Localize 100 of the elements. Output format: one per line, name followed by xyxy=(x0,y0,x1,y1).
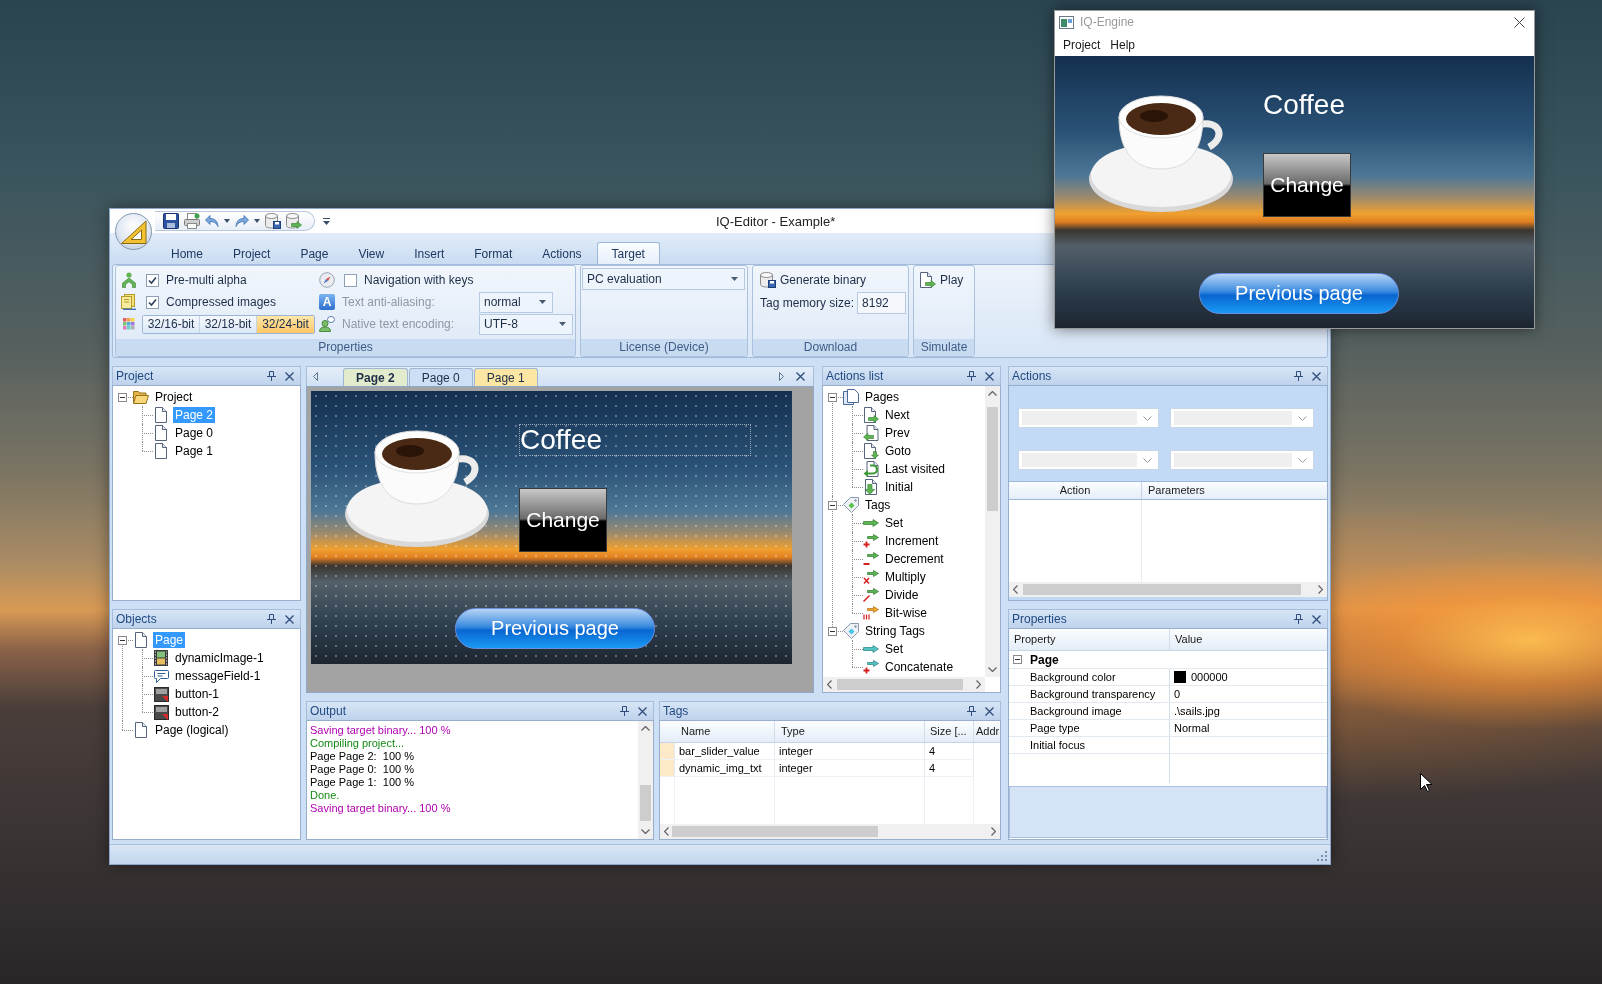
checkbox-label[interactable]: Navigation with keys xyxy=(364,273,474,287)
close-icon[interactable] xyxy=(285,614,294,624)
triangle-left-icon[interactable] xyxy=(313,372,318,381)
property-group[interactable]: Page xyxy=(1030,652,1059,667)
column-header[interactable]: Name xyxy=(675,721,775,742)
scroll-thumb[interactable] xyxy=(837,679,963,690)
scroll-thumb[interactable] xyxy=(672,826,878,837)
tree-item[interactable]: Goto xyxy=(883,443,913,459)
chevron-left-icon[interactable] xyxy=(1013,585,1018,594)
dropdown-field[interactable]: PC evaluation xyxy=(582,268,745,290)
scrollbar[interactable] xyxy=(985,386,1000,677)
column-header[interactable]: Action xyxy=(1009,482,1142,499)
tree-item[interactable]: Pages xyxy=(863,389,902,405)
tree-item[interactable]: button-2 xyxy=(173,704,222,720)
resize-grip-icon[interactable] xyxy=(1317,851,1327,861)
redo-icon[interactable] xyxy=(235,215,249,227)
tree-item[interactable]: Set xyxy=(883,515,905,531)
ribbon-tab[interactable]: Home xyxy=(156,242,218,264)
close-icon[interactable] xyxy=(1514,16,1525,28)
ribbon-tab[interactable]: Insert xyxy=(399,242,460,264)
tree-item[interactable]: Concatenate xyxy=(883,659,956,675)
chevron-left-icon[interactable] xyxy=(664,827,669,836)
property-name[interactable]: Background transparency xyxy=(1030,688,1156,700)
ribbon-tab[interactable]: Format xyxy=(459,242,528,264)
checkbox-label[interactable]: Pre-multi alpha xyxy=(166,273,247,287)
property-value[interactable]: 0 xyxy=(1174,688,1181,700)
collapse-icon[interactable] xyxy=(828,501,837,510)
pin-icon[interactable] xyxy=(267,614,276,624)
tree-item[interactable]: Project xyxy=(153,389,195,405)
checkbox[interactable] xyxy=(146,295,159,309)
caret-icon[interactable] xyxy=(224,219,230,223)
chevron-right-icon[interactable] xyxy=(976,680,981,689)
menu-item[interactable]: Help xyxy=(1105,35,1141,54)
tree-item[interactable]: Set xyxy=(883,641,905,657)
pin-icon[interactable] xyxy=(1294,614,1303,624)
bit-depth-option[interactable]: 32/24-bit xyxy=(257,315,314,333)
property-name[interactable]: Background image xyxy=(1030,705,1122,717)
column-header[interactable]: Value xyxy=(1170,629,1327,650)
ribbon-tab[interactable]: View xyxy=(343,242,400,264)
close-icon[interactable] xyxy=(796,372,805,381)
tree-item[interactable]: Page (logical) xyxy=(153,722,231,738)
tree-item[interactable]: Prev xyxy=(883,425,912,441)
tree-item[interactable]: messageField-1 xyxy=(173,668,263,684)
checkbox[interactable] xyxy=(344,273,357,287)
checkbox[interactable] xyxy=(146,273,159,287)
document-tab[interactable]: Page 0 xyxy=(408,368,473,386)
property-value[interactable]: 000000 xyxy=(1191,671,1228,683)
input-field[interactable]: 8192 xyxy=(857,292,907,314)
column-header[interactable]: Parameters xyxy=(1142,482,1327,499)
chevron-right-icon[interactable] xyxy=(991,827,996,836)
collapse-icon[interactable] xyxy=(828,393,837,402)
dropdown-field[interactable] xyxy=(1018,408,1159,428)
checkbox-label[interactable]: Compressed images xyxy=(166,295,277,309)
pin-icon[interactable] xyxy=(1294,371,1303,381)
change-button[interactable]: Change xyxy=(1263,153,1351,217)
chevron-up-icon[interactable] xyxy=(641,726,650,731)
close-icon[interactable] xyxy=(985,706,994,716)
tree-item[interactable]: Increment xyxy=(883,533,941,549)
ribbon-tab[interactable]: Page xyxy=(285,242,344,264)
dropdown-field[interactable] xyxy=(1170,450,1314,470)
close-icon[interactable] xyxy=(1312,371,1321,381)
close-icon[interactable] xyxy=(985,371,994,381)
save-icon[interactable] xyxy=(163,213,179,229)
tree-item[interactable]: Next xyxy=(883,407,912,423)
chevron-right-icon[interactable] xyxy=(1318,585,1323,594)
tree-item[interactable]: Page 1 xyxy=(173,443,216,459)
property-value[interactable]: Normal xyxy=(1174,722,1210,734)
chevron-left-icon[interactable] xyxy=(827,680,832,689)
collapse-icon[interactable] xyxy=(1013,655,1022,664)
tree-item[interactable]: Bit-wise xyxy=(883,605,929,621)
close-icon[interactable] xyxy=(285,371,294,381)
previous-page-button[interactable]: Previous page xyxy=(1199,273,1399,314)
ribbon-tab[interactable]: Actions xyxy=(527,242,597,264)
play-button[interactable]: Play xyxy=(920,270,964,290)
column-header[interactable]: Property xyxy=(1009,629,1170,650)
collapse-icon[interactable] xyxy=(118,636,127,645)
close-icon[interactable] xyxy=(1312,614,1321,624)
tree-item[interactable]: button-1 xyxy=(173,686,222,702)
pin-icon[interactable] xyxy=(620,706,629,716)
menu-item[interactable]: Project xyxy=(1058,35,1106,54)
previous-page-button[interactable]: Previous page xyxy=(455,608,655,649)
scrollbar[interactable] xyxy=(660,824,1000,839)
chevron-down-icon[interactable] xyxy=(988,667,997,672)
customize-icon[interactable] xyxy=(323,217,330,225)
ribbon-tab[interactable]: Project xyxy=(218,242,286,264)
bit-depth-option[interactable]: 32/16-bit xyxy=(143,315,200,333)
scrollbar[interactable] xyxy=(638,721,653,839)
tree-item[interactable]: Page 0 xyxy=(173,425,216,441)
property-name[interactable]: Initial focus xyxy=(1030,739,1086,751)
pin-icon[interactable] xyxy=(967,706,976,716)
bit-depth-option[interactable]: 32/18-bit xyxy=(200,315,257,333)
property-name[interactable]: Background color xyxy=(1030,671,1116,683)
document-tab[interactable]: Page 1 xyxy=(473,368,538,386)
column-header[interactable]: Addr xyxy=(974,721,1000,742)
undo-icon[interactable] xyxy=(205,215,219,227)
property-name[interactable]: Page type xyxy=(1030,722,1080,734)
tree-item[interactable]: Last visited xyxy=(883,461,948,477)
property-value[interactable]: .\sails.jpg xyxy=(1174,705,1220,717)
scrollbar[interactable] xyxy=(823,677,985,692)
change-button[interactable]: Change xyxy=(519,488,607,552)
